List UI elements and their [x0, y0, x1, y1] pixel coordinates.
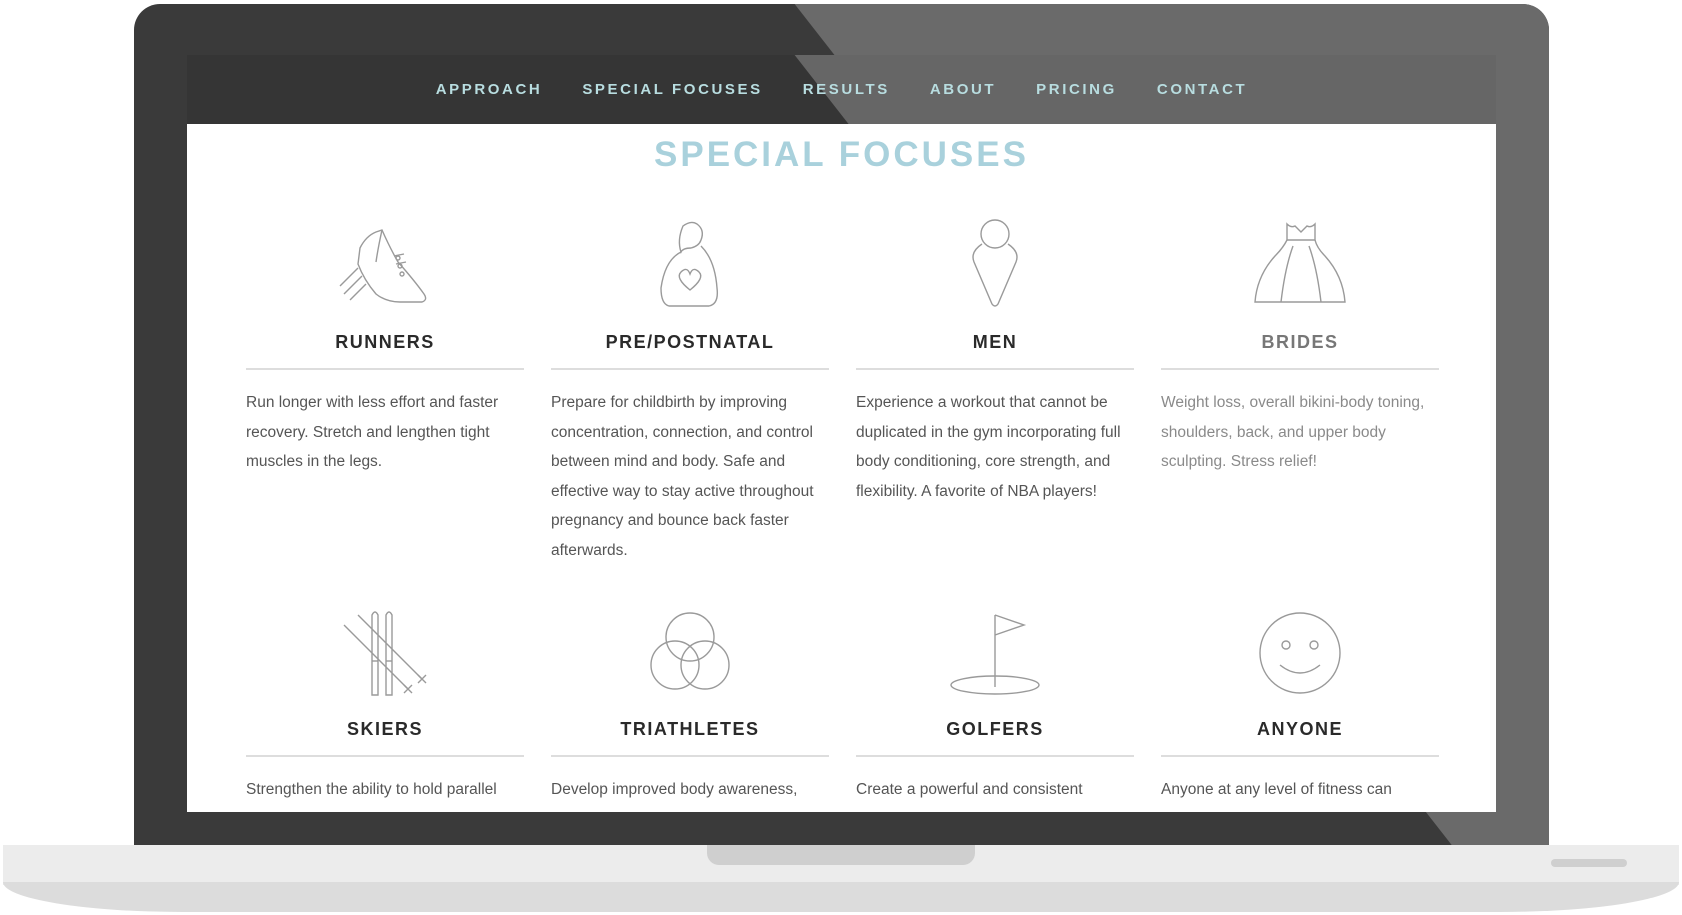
pregnant-heart-icon — [551, 218, 829, 318]
focus-card-anyone: ANYONE Anyone at any level of fitness ca… — [1161, 605, 1439, 805]
focus-card-skiers: SKIERS Strengthen the ability to hold pa… — [246, 605, 524, 805]
card-description: Create a powerful and consistent — [856, 781, 1083, 798]
focus-card-brides: BRIDES Weight loss, overall bikini-body … — [1161, 218, 1439, 565]
smiley-icon — [1161, 605, 1439, 705]
card-title: GOLFERS — [856, 719, 1134, 757]
focus-card-triathletes: TRIATHLETES Develop improved body awaren… — [551, 605, 829, 805]
laptop-base-bottom — [3, 882, 1679, 912]
focus-card-men: MEN Experience a workout that cannot be … — [856, 218, 1134, 565]
wedding-dress-icon — [1161, 218, 1439, 318]
nav-contact[interactable]: CONTACT — [1157, 81, 1247, 98]
card-description: Anyone at any level of fitness can — [1161, 781, 1392, 798]
card-description: Prepare for childbirth by improving conc… — [551, 394, 814, 559]
focus-card-runners: RUNNERS Run longer with less effort and … — [246, 218, 524, 565]
screen: APPROACH SPECIAL FOCUSES RESULTS ABOUT P… — [187, 55, 1496, 812]
nav-pricing[interactable]: PRICING — [1036, 81, 1117, 98]
main-nav: APPROACH SPECIAL FOCUSES RESULTS ABOUT P… — [187, 55, 1496, 124]
man-icon — [856, 218, 1134, 318]
laptop-notch — [707, 845, 975, 865]
section-title: SPECIAL FOCUSES — [654, 135, 1029, 174]
nav-special-focuses[interactable]: SPECIAL FOCUSES — [582, 81, 762, 98]
card-description: Experience a workout that cannot be dupl… — [856, 394, 1121, 500]
focus-card-golfers: GOLFERS Create a powerful and consistent — [856, 605, 1134, 805]
card-description: Strengthen the ability to hold parallel — [246, 781, 497, 798]
laptop-slot — [1551, 859, 1627, 867]
card-title: SKIERS — [246, 719, 524, 757]
card-description: Develop improved body awareness, — [551, 781, 798, 798]
nav-about[interactable]: ABOUT — [930, 81, 996, 98]
skis-icon — [246, 605, 524, 705]
nav-approach[interactable]: APPROACH — [436, 81, 543, 98]
card-title: ANYONE — [1161, 719, 1439, 757]
golf-flag-icon — [856, 605, 1134, 705]
card-title: MEN — [856, 332, 1134, 370]
nav-results[interactable]: RESULTS — [803, 81, 890, 98]
focus-grid: RUNNERS Run longer with less effort and … — [246, 218, 1439, 805]
card-title: RUNNERS — [246, 332, 524, 370]
shoe-icon — [246, 218, 524, 318]
card-description: Weight loss, overall bikini-body toning,… — [1161, 394, 1425, 470]
card-title: PRE/POSTNATAL — [551, 332, 829, 370]
focus-card-prenatal: PRE/POSTNATAL Prepare for childbirth by … — [551, 218, 829, 565]
card-title: BRIDES — [1161, 332, 1439, 370]
three-circles-icon — [551, 605, 829, 705]
card-description: Run longer with less effort and faster r… — [246, 394, 499, 470]
card-title: TRIATHLETES — [551, 719, 829, 757]
